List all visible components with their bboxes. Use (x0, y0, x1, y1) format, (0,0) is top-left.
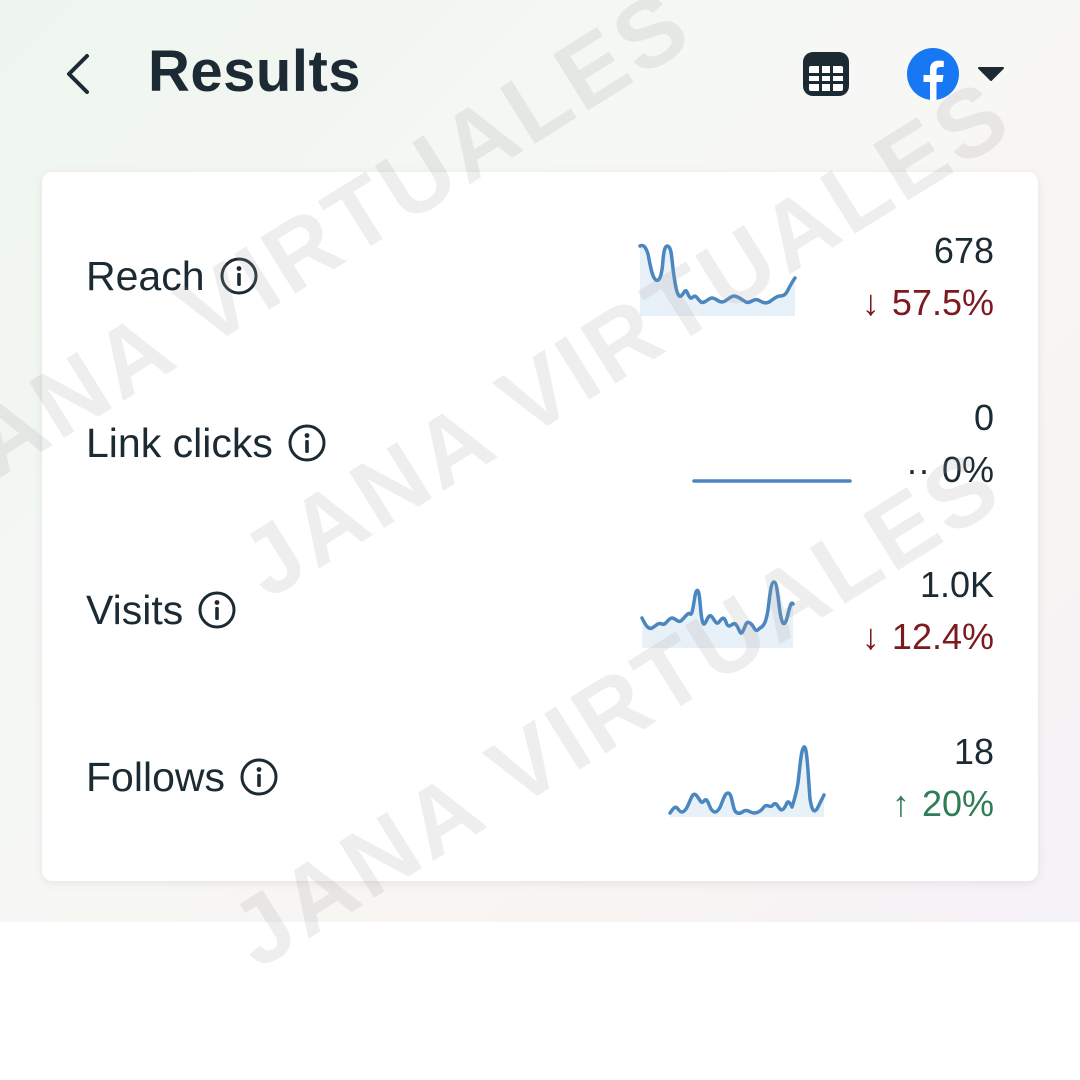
calendar-button[interactable] (798, 46, 854, 102)
metric-change: ↓ 12.4% (861, 616, 994, 657)
metric-row-reach[interactable]: Reach 678 ↓ 57.5% (42, 196, 1038, 356)
metric-change: ·· 0% (905, 449, 994, 490)
visits-sparkline (640, 580, 795, 648)
metric-row-follows[interactable]: Follows 18 ↑ 20% (42, 697, 1038, 857)
metric-row-link-clicks[interactable]: Link clicks 0 ·· 0% (42, 363, 1038, 523)
metric-label-text: Reach (86, 252, 205, 299)
facebook-icon (907, 48, 959, 100)
results-card: Reach 678 ↓ 57.5% Link clicks 0 ·· 0% Visi… (42, 172, 1038, 881)
page-title: Results (148, 39, 362, 104)
metric-label-text: Link clicks (86, 419, 273, 466)
link-clicks-sparkline (692, 479, 852, 483)
metric-label-text: Visits (86, 586, 184, 633)
metric-label-follows: Follows (86, 697, 279, 857)
arrow-down-icon: ↓ (861, 616, 880, 657)
metric-change: ↓ 57.5% (861, 282, 994, 323)
no-change-icon: ·· (905, 449, 930, 490)
info-icon[interactable] (239, 757, 279, 797)
metric-row-visits[interactable]: Visits 1.0K ↓ 12.4% (42, 530, 1038, 690)
back-button[interactable] (50, 44, 106, 104)
calendar-icon (803, 52, 849, 96)
metric-change: ↑ 20% (891, 783, 994, 824)
metric-label-link-clicks: Link clicks (86, 363, 327, 523)
metric-value: 678 (933, 230, 994, 271)
info-icon[interactable] (219, 256, 259, 296)
metric-label-reach: Reach (86, 196, 259, 356)
chevron-left-icon (67, 54, 89, 94)
metric-label-visits: Visits (86, 530, 237, 690)
metric-value: 1.0K (919, 564, 994, 605)
header: Results (0, 0, 1080, 150)
caret-down-icon (978, 67, 1004, 81)
info-icon[interactable] (197, 590, 237, 630)
reach-sparkline (638, 243, 797, 316)
arrow-down-icon: ↓ (861, 282, 880, 323)
metric-value: 0 (973, 397, 994, 438)
arrow-up-icon: ↑ (891, 783, 910, 824)
info-icon[interactable] (287, 423, 327, 463)
platform-selector[interactable] (906, 42, 1018, 106)
metric-value: 18 (953, 731, 994, 772)
metric-label-text: Follows (86, 753, 225, 800)
follows-sparkline (668, 745, 826, 817)
